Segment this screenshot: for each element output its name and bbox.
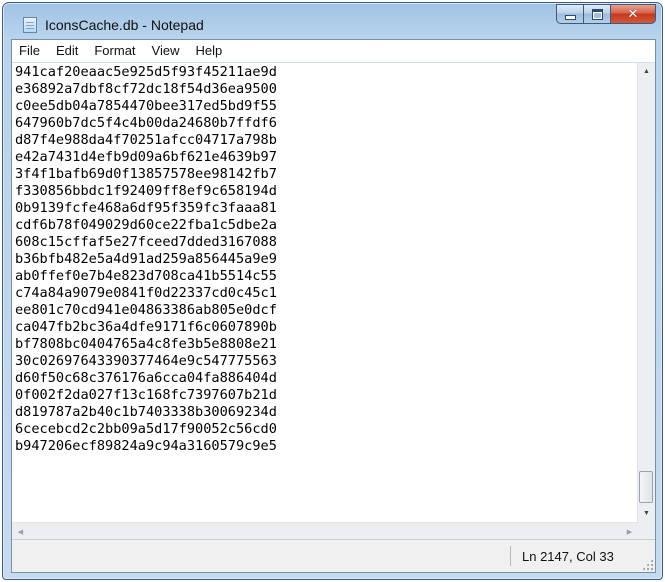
menu-edit[interactable]: Edit [48, 40, 86, 62]
text-content[interactable]: 941caf20eaac5e925d5f93f45211ae9d e36892a7… [12, 63, 638, 455]
text-line: d60f50c68c376176a6cca04fa886404d [15, 370, 277, 386]
menu-file[interactable]: File [12, 40, 48, 62]
text-line: 6cecebcd2c2bb09a5d17f90052c56cd0 [15, 421, 277, 437]
status-divider [510, 546, 511, 566]
text-line: 30c02697643390377464e9c547775563 [15, 353, 277, 369]
text-editor[interactable]: 941caf20eaac5e925d5f93f45211ae9d e36892a7… [12, 63, 638, 522]
vertical-scroll-thumb[interactable] [639, 471, 653, 503]
text-line: cdf6b78f049029d60ce22fba1c5dbe2a [15, 217, 277, 233]
text-line: e36892a7dbf8cf72dc18f54d36ea9500 [15, 81, 277, 97]
text-line: 0b9139fcfe468a6df95f359fc3faaa81 [15, 200, 277, 216]
scrollbar-corner [638, 522, 655, 539]
text-line: ee801c70cd941e04863386ab805e0dcf [15, 302, 277, 318]
vertical-scrollbar[interactable]: ▲ ▼ [637, 63, 655, 522]
minimize-icon [564, 14, 576, 20]
text-line: 0f002f2da027f13c168fc7397607b21d [15, 387, 277, 403]
menu-format[interactable]: Format [86, 40, 143, 62]
text-line: b947206ecf89824a9c94a3160579c9e5 [15, 438, 277, 454]
text-line: f330856bbdc1f92409ff8ef9c658194d [15, 183, 277, 199]
maximize-button[interactable] [583, 4, 610, 24]
horizontal-scrollbar[interactable]: ◀ ▶ [12, 522, 638, 540]
text-line: b36bfb482e5a4d91ad259a856445a9e9 [15, 251, 277, 267]
text-line: 608c15cffaf5e27fceed7dded3167088 [15, 234, 277, 250]
text-line: c0ee5db04a7854470bee317ed5bd9f55 [15, 98, 277, 114]
text-line: 647960b7dc5f4c4b00da24680b7ffdf6 [15, 115, 277, 131]
text-line: bf7808bc0404765a4c8fe3b5e8808e21 [15, 336, 277, 352]
text-line: d819787a2b40c1b7403338b30069234d [15, 404, 277, 420]
text-line: d87f4e988da4f70251afcc04717a798b [15, 132, 277, 148]
close-button[interactable]: ✕ [610, 4, 656, 24]
menu-view[interactable]: View [144, 40, 188, 62]
caption-buttons: ✕ [556, 4, 656, 24]
text-line: 3f4f1bafb69d0f13857578ee98142fb7 [15, 166, 277, 182]
client-area: File Edit Format View Help 941caf20eaac5… [11, 39, 656, 573]
maximize-icon [591, 8, 603, 20]
scroll-left-arrow-icon[interactable]: ◀ [12, 523, 29, 540]
close-icon: ✕ [627, 6, 639, 21]
scroll-down-arrow-icon[interactable]: ▼ [638, 505, 655, 522]
text-line: c74a84a9079e0841f0d22337cd0c45c1 [15, 285, 277, 301]
notepad-icon[interactable] [23, 17, 37, 33]
notepad-window: IconsCache.db - Notepad ✕ File Edit Form… [2, 2, 663, 580]
text-line: ca047fb2bc36a4dfe9171f6c0607890b [15, 319, 277, 335]
scroll-up-arrow-icon[interactable]: ▲ [638, 63, 655, 80]
minimize-button[interactable] [556, 4, 583, 24]
cursor-position: Ln 2147, Col 33 [522, 549, 614, 564]
text-line: 941caf20eaac5e925d5f93f45211ae9d [15, 64, 277, 80]
resize-grip-icon[interactable] [642, 559, 653, 570]
title-bar[interactable]: IconsCache.db - Notepad ✕ [3, 3, 662, 39]
menu-help[interactable]: Help [187, 40, 230, 62]
text-line: ab0ffef0e7b4e823d708ca41b5514c55 [15, 268, 277, 284]
menu-bar: File Edit Format View Help [12, 40, 655, 63]
text-line: e42a7431d4efb9d09a6bf621e4639b97 [15, 149, 277, 165]
status-bar: Ln 2147, Col 33 [12, 539, 655, 572]
window-title: IconsCache.db - Notepad [45, 17, 204, 33]
scroll-right-arrow-icon[interactable]: ▶ [621, 523, 638, 540]
